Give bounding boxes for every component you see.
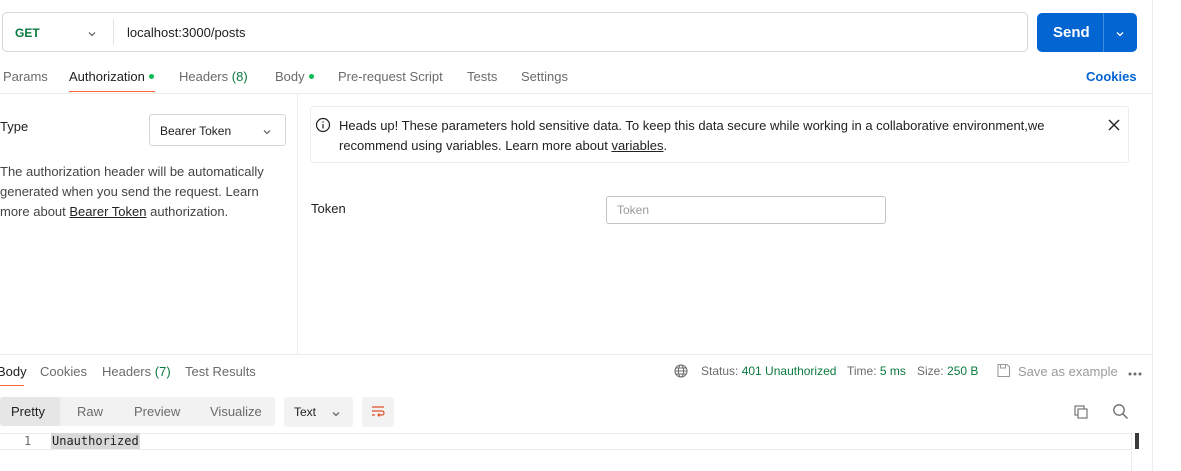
close-icon[interactable]	[1108, 119, 1120, 134]
url-bar: GET localhost:3000/posts	[2, 12, 1028, 52]
chevron-down-icon[interactable]	[87, 27, 97, 42]
tab-count: (8)	[231, 69, 248, 84]
divider	[297, 94, 298, 354]
tab-headers[interactable]: Headers (8)	[179, 69, 248, 84]
active-tab-indicator	[69, 91, 155, 92]
search-icon[interactable]	[1112, 403, 1129, 423]
chevron-down-icon[interactable]	[1115, 27, 1125, 42]
response-tab-headers[interactable]: Headers (7)	[102, 364, 171, 379]
tab-label: Headers	[179, 69, 229, 84]
token-label: Token	[311, 201, 346, 216]
auth-type-value: Bearer Token	[160, 124, 232, 138]
time-readout: Time: 5 ms	[847, 364, 906, 378]
response-tab-cookies[interactable]: Cookies	[40, 364, 87, 379]
tab-label: Authorization	[69, 69, 145, 84]
auth-description: The authorization header will be automat…	[0, 162, 275, 222]
divider	[113, 19, 114, 45]
divider	[0, 93, 1152, 94]
time-value[interactable]: 5 ms	[880, 364, 906, 378]
response-tab-test-results[interactable]: Test Results	[185, 364, 256, 379]
text-format-value: Text	[294, 405, 317, 419]
tab-tests[interactable]: Tests	[467, 69, 497, 84]
auth-type-label: Type	[0, 119, 29, 134]
tab-settings[interactable]: Settings	[521, 69, 568, 84]
format-raw[interactable]: Raw	[77, 404, 103, 419]
send-label: Send	[1053, 24, 1090, 41]
banner-text: Heads up! These parameters hold sensitiv…	[339, 116, 1079, 156]
tab-label: Body	[275, 69, 305, 84]
size-label: Size:	[917, 364, 944, 378]
active-dot	[308, 74, 314, 80]
banner-message: Heads up! These parameters hold sensitiv…	[339, 118, 1045, 153]
divider	[1103, 13, 1104, 52]
scrollbar[interactable]	[1131, 433, 1144, 471]
divider	[1152, 0, 1153, 471]
copy-icon[interactable]	[1073, 404, 1089, 423]
wrap-lines-button[interactable]	[362, 397, 394, 427]
active-dot	[148, 74, 154, 80]
line-number: 1	[24, 434, 32, 448]
time-label: Time:	[847, 364, 877, 378]
variables-link[interactable]: variables	[611, 138, 663, 153]
tab-body[interactable]: Body	[275, 69, 314, 84]
url-input[interactable]: localhost:3000/posts	[127, 25, 246, 40]
tab-authorization[interactable]: Authorization	[69, 69, 154, 84]
format-tabs: Pretty Raw Preview Visualize	[0, 397, 275, 426]
size-readout: Size: 250 B	[917, 364, 978, 378]
info-icon	[315, 117, 331, 136]
response-body-line[interactable]: Unauthorized	[51, 433, 140, 449]
format-preview[interactable]: Preview	[134, 404, 180, 419]
method-select[interactable]: GET	[15, 26, 40, 40]
status-readout: Status: 401 Unauthorized	[701, 364, 836, 378]
auth-type-select[interactable]: Bearer Token	[149, 114, 286, 146]
format-visualize[interactable]: Visualize	[210, 404, 262, 419]
tab-pre-request-script[interactable]: Pre-request Script	[338, 69, 443, 84]
chevron-down-icon	[262, 125, 272, 140]
send-button[interactable]: Send	[1037, 13, 1137, 52]
scrollbar-thumb[interactable]	[1135, 433, 1139, 449]
bearer-token-link[interactable]: Bearer Token	[69, 204, 146, 219]
status-value[interactable]: 401 Unauthorized	[742, 364, 837, 378]
tab-params[interactable]: Params	[3, 69, 48, 84]
tab-count: (7)	[154, 364, 171, 379]
more-options-icon[interactable]	[1127, 366, 1143, 381]
size-value[interactable]: 250 B	[947, 364, 978, 378]
active-tab-indicator	[0, 385, 24, 386]
wrap-lines-icon	[370, 404, 386, 423]
cookies-link[interactable]: Cookies	[1086, 69, 1137, 84]
chevron-down-icon	[331, 407, 341, 422]
text-format-select[interactable]: Text	[284, 397, 353, 427]
sensitive-data-banner: Heads up! These parameters hold sensitiv…	[310, 106, 1129, 163]
save-icon	[996, 363, 1011, 381]
token-input[interactable]	[606, 196, 886, 224]
banner-suffix: .	[663, 138, 668, 153]
format-pretty[interactable]: Pretty	[11, 404, 45, 419]
save-as-example-button[interactable]: Save as example	[1018, 364, 1118, 379]
status-label: Status:	[701, 364, 739, 378]
globe-icon[interactable]	[674, 364, 688, 381]
divider	[0, 354, 1152, 355]
divider	[0, 433, 1131, 434]
tab-label: Headers	[102, 364, 152, 379]
description-suffix: authorization.	[150, 204, 229, 219]
divider	[0, 449, 1131, 450]
response-tab-body[interactable]: Body	[0, 364, 27, 379]
